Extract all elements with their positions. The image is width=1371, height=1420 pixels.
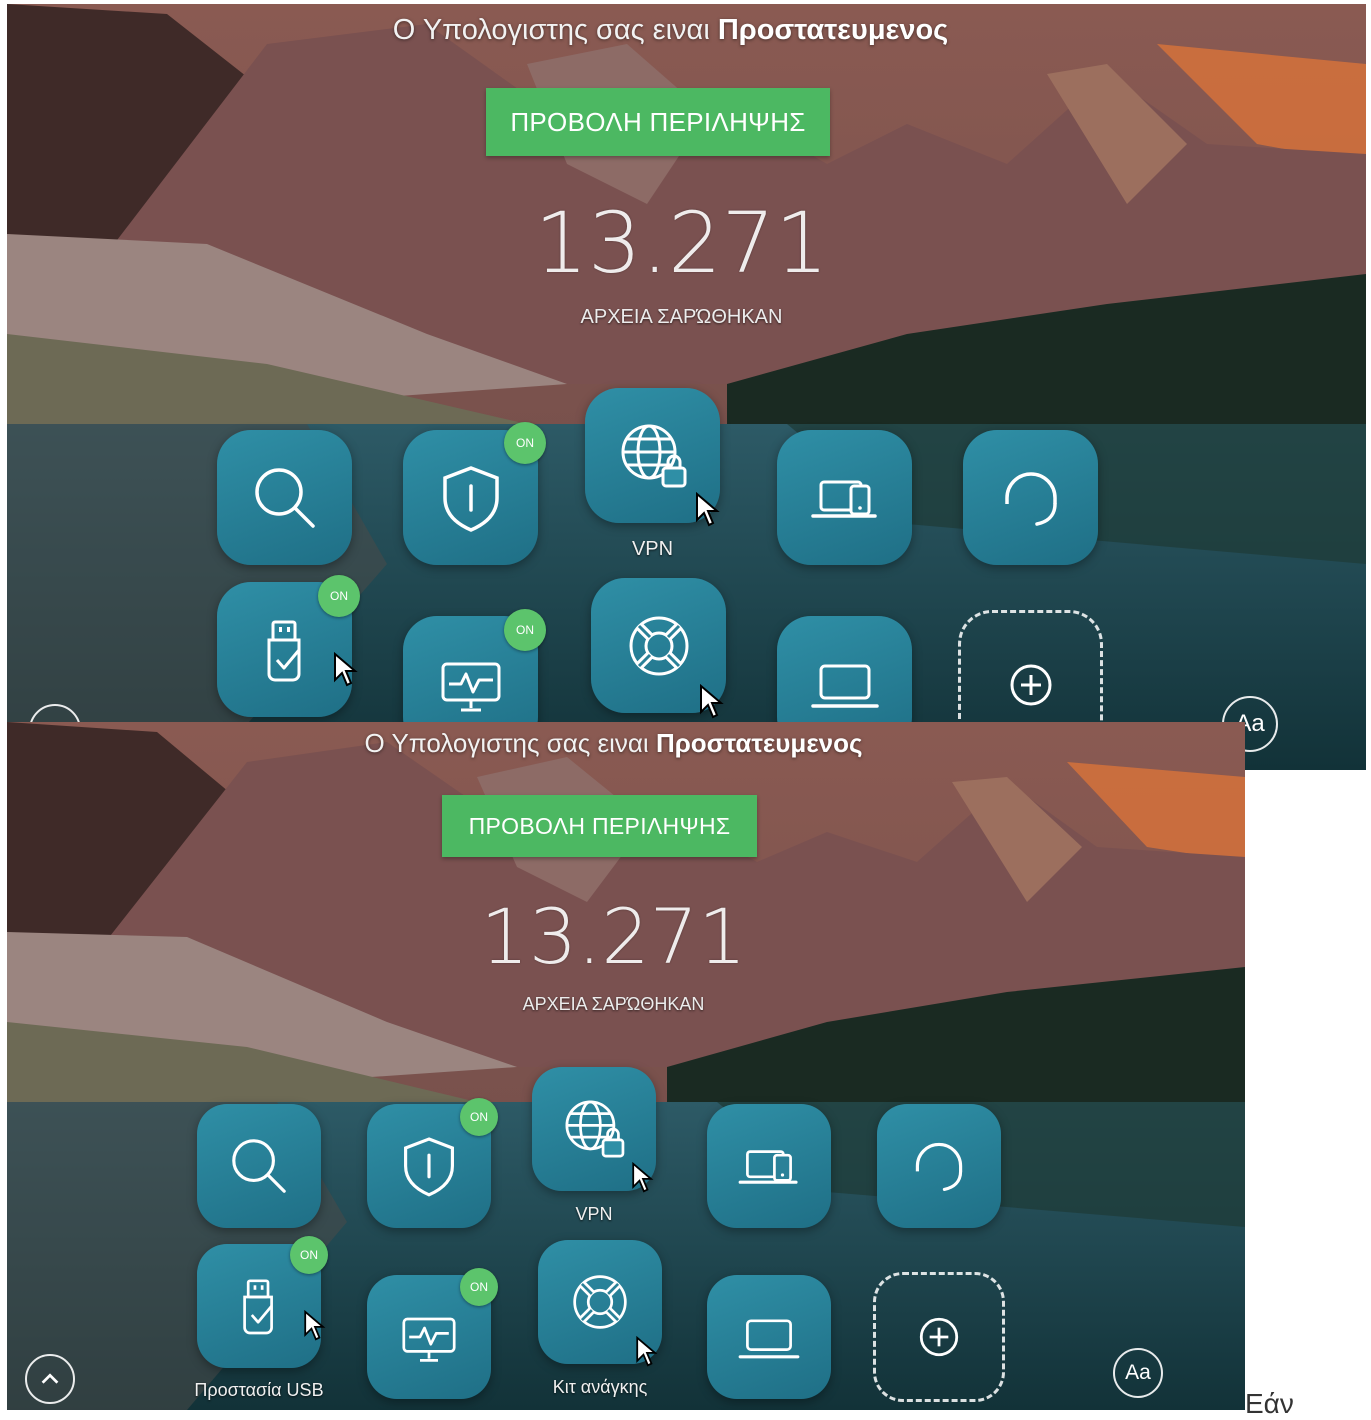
search-icon — [232, 1139, 286, 1193]
rescue-kit-tile[interactable] — [591, 578, 726, 713]
usb-check-icon — [267, 620, 300, 681]
files-scanned-label: ΑΡΧΕΙΑ ΣΑΡΏΘΗΚΑΝ — [522, 994, 705, 1014]
usb-on-badge: ON — [318, 575, 360, 617]
support-tile[interactable] — [963, 430, 1098, 565]
rescue-kit-label: Κιτ ανάγκης — [552, 1377, 648, 1397]
shield-icon — [442, 465, 499, 532]
lifebuoy-icon — [629, 616, 688, 675]
laptop-phone-icon — [810, 480, 877, 518]
laptop-icon — [810, 664, 879, 708]
protection-status: Ο Υπολογιστης σας ειναι Προστατευμενος — [7, 14, 1366, 47]
vpn-tile[interactable] — [532, 1067, 656, 1191]
status-emphasis: Προστατευμενος — [717, 14, 949, 46]
laptop-tile[interactable] — [707, 1275, 831, 1399]
lifebuoy-icon — [573, 1275, 627, 1329]
antivirus-on-badge: ON — [460, 1098, 498, 1136]
usb-protection-label: Προστασία USB — [194, 1380, 324, 1400]
performance-on-badge: ON — [504, 609, 546, 651]
devices-tile[interactable] — [707, 1104, 831, 1228]
support-tile[interactable] — [877, 1104, 1001, 1228]
vpn-label: VPN — [631, 538, 674, 560]
search-icon — [254, 467, 315, 528]
usb-on-badge: ON — [290, 1236, 328, 1274]
plus-circle-icon — [1010, 664, 1051, 706]
status-prefix: Ο Υπολογιστης σας ειναι — [364, 728, 656, 758]
protection-status: Ο Υπολογιστης σας ειναι Προστατευμενος — [7, 728, 1245, 759]
screenshot-panel-top: Ο Υπολογιστης σας ειναι Προστατευμενος Π… — [7, 4, 1366, 770]
laptop-phone-icon — [738, 1150, 798, 1184]
vpn-label: VPN — [575, 1204, 613, 1224]
globe-lock-icon — [621, 424, 686, 487]
view-summary-button[interactable]: ΠΡΟΒΟΛΗ ΠΕΡΙΛΗΨΗΣ — [486, 88, 830, 156]
performance-on-badge: ON — [460, 1268, 498, 1306]
status-emphasis: Προστατευμενος — [655, 728, 863, 758]
files-scanned-count: 13.271 — [480, 892, 747, 981]
font-size-button[interactable]: Aa — [1113, 1348, 1163, 1398]
chevron-up-icon — [41, 1373, 59, 1384]
collapse-button[interactable] — [25, 1354, 75, 1404]
status-prefix: Ο Υπολογιστης σας ειναι — [392, 14, 718, 46]
monitor-pulse-icon — [441, 662, 500, 711]
trailing-text: Εάν — [1245, 1388, 1294, 1419]
devices-tile[interactable] — [777, 430, 912, 565]
view-summary-button[interactable]: ΠΡΟΒΟΛΗ ΠΕΡΙΛΗΨΗΣ — [442, 795, 757, 857]
antivirus-on-badge: ON — [504, 422, 546, 464]
vpn-tile[interactable] — [585, 388, 720, 523]
shield-icon — [404, 1137, 454, 1197]
plus-circle-icon — [919, 1317, 959, 1357]
rescue-kit-tile[interactable] — [538, 1240, 662, 1364]
headset-icon — [1004, 471, 1057, 526]
view-summary-label: ΠΡΟΒΟΛΗ ΠΕΡΙΛΗΨΗΣ — [510, 106, 806, 137]
files-scanned-label: ΑΡΧΕΙΑ ΣΑΡΏΘΗΚΑΝ — [580, 306, 783, 328]
files-scanned-count: 13.271 — [534, 194, 829, 292]
globe-lock-icon — [565, 1100, 625, 1158]
monitor-pulse-icon — [402, 1317, 456, 1362]
usb-check-icon — [243, 1279, 273, 1335]
font-size-label: Aa — [1125, 1361, 1151, 1384]
add-tile-button[interactable] — [873, 1272, 1005, 1402]
screenshot-panel-bottom: Ο Υπολογιστης σας ειναι Προστατευμενος Π… — [7, 722, 1245, 1410]
scan-tile[interactable] — [197, 1104, 321, 1228]
view-summary-label: ΠΡΟΒΟΛΗ ΠΕΡΙΛΗΨΗΣ — [468, 812, 731, 839]
scan-tile[interactable] — [217, 430, 352, 565]
headset-icon — [915, 1142, 963, 1191]
laptop-icon — [738, 1319, 800, 1359]
